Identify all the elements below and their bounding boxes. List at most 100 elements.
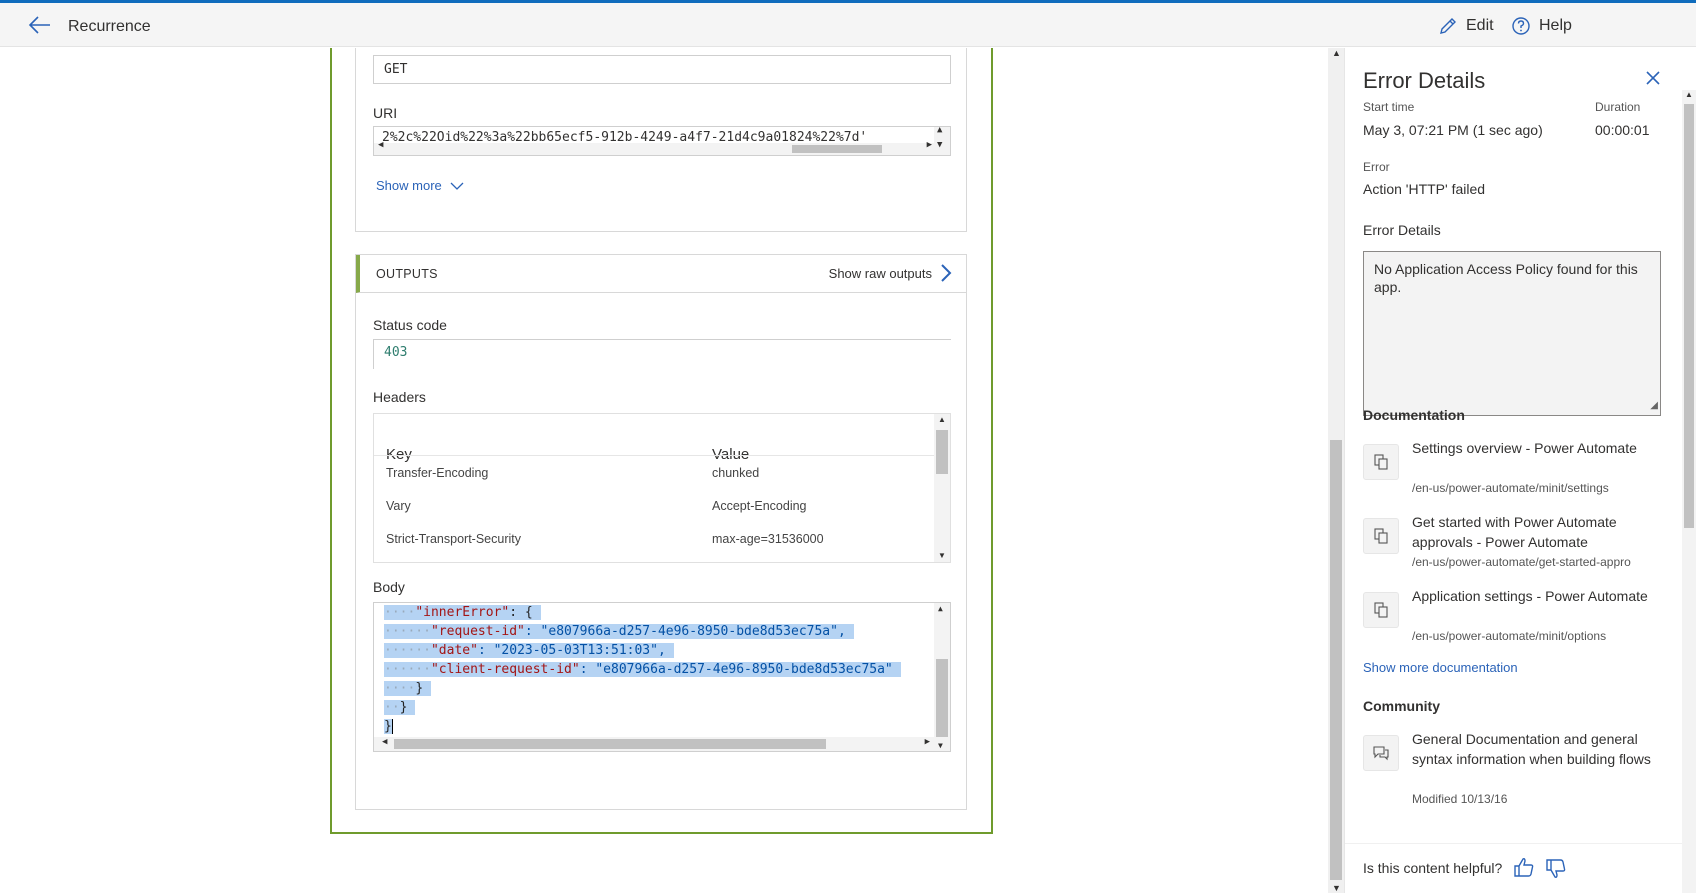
outputs-title: OUTPUTS xyxy=(376,267,438,281)
method-value: GET xyxy=(384,62,408,77)
method-field[interactable]: GET xyxy=(373,55,951,84)
scroll-up-icon[interactable]: ▲ xyxy=(1685,90,1693,99)
scroll-left-icon[interactable]: ◀ xyxy=(378,140,383,150)
back-button[interactable] xyxy=(28,14,52,36)
status-code-field: 403 xyxy=(373,339,951,369)
body-editor[interactable]: ····"innerError": { ······"request-id": … xyxy=(373,602,951,752)
code-line: ····"innerError": { xyxy=(384,603,541,622)
scroll-down-icon[interactable]: ▼ xyxy=(938,741,943,750)
thumbs-up-button[interactable] xyxy=(1513,856,1535,878)
panel-scrollbar[interactable]: ▲ xyxy=(1682,90,1696,893)
headers-scroll-thumb[interactable] xyxy=(936,430,948,474)
body-hscroll-thumb[interactable] xyxy=(394,739,826,749)
resize-grip-icon[interactable]: ◢ xyxy=(1650,397,1658,415)
doc-link-2[interactable]: Get started with Power Automate approval… xyxy=(1363,512,1673,582)
error-value: Action 'HTTP' failed xyxy=(1363,181,1486,197)
close-icon xyxy=(1646,71,1660,85)
show-raw-outputs-label: Show raw outputs xyxy=(828,265,932,281)
scroll-down-icon[interactable]: ▼ xyxy=(1332,883,1341,893)
table-row-value: Accept-Encoding xyxy=(712,499,807,513)
table-row-key: Strict-Transport-Security xyxy=(386,532,521,546)
scroll-up-icon[interactable]: ▲ xyxy=(938,415,946,424)
scroll-left-icon[interactable]: ◀ xyxy=(382,737,387,747)
community-link-1[interactable]: General Documentation and general syntax… xyxy=(1363,729,1673,809)
community-title: General Documentation and general syntax… xyxy=(1412,731,1651,767)
edit-label: Edit xyxy=(1466,17,1494,34)
copy-document-icon xyxy=(1363,518,1399,554)
uri-field[interactable]: 2%2c%22Oid%22%3a%22bb65ecf5-912b-4249-a4… xyxy=(373,126,951,156)
uri-horizontal-scrollbar[interactable]: ◀ ▶ xyxy=(374,140,934,155)
show-more-documentation-link[interactable]: Show more documentation xyxy=(1363,660,1518,675)
thumbs-down-icon xyxy=(1546,859,1566,878)
chevron-down-icon xyxy=(450,182,464,190)
page-title: Recurrence xyxy=(68,18,151,35)
table-row-value: chunked xyxy=(712,466,760,480)
scroll-up-icon[interactable]: ▲ xyxy=(1332,48,1341,58)
copy-document-icon xyxy=(1363,592,1399,628)
canvas-scrollbar[interactable]: ▲ ▼ xyxy=(1328,48,1344,893)
scroll-up-icon[interactable]: ▲ xyxy=(937,127,942,135)
doc-link-1[interactable]: Settings overview - Power Automate /en-u… xyxy=(1363,438,1673,508)
body-horizontal-scrollbar[interactable]: ◀ ▶ xyxy=(374,737,934,751)
show-more-label: Show more xyxy=(376,178,442,193)
panel-title: Error Details xyxy=(1363,68,1486,93)
run-canvas[interactable]: GET URI 2%2c%22Oid%22%3a%22bb65ecf5-912b… xyxy=(0,48,1328,893)
scroll-right-icon[interactable]: ▶ xyxy=(925,737,930,747)
body-label: Body xyxy=(373,579,405,595)
error-details-panel: Error Details Start time Duration May 3,… xyxy=(1344,48,1696,893)
error-details-label: Error Details xyxy=(1363,222,1441,238)
error-label: Error xyxy=(1363,160,1390,174)
community-meta: Modified 10/13/16 xyxy=(1412,792,1508,806)
doc-url: /en-us/power-automate/minit/settings xyxy=(1412,481,1609,495)
app-header: Recurrence Edit Help xyxy=(0,3,1696,47)
body-vertical-scrollbar[interactable]: ▲ ▼ xyxy=(934,603,950,751)
scroll-up-icon[interactable]: ▲ xyxy=(938,604,943,613)
headers-scrollbar[interactable]: ▲ ▼ xyxy=(934,414,950,562)
feedback-bar: Is this content helpful? xyxy=(1345,843,1683,893)
scroll-down-icon[interactable]: ▼ xyxy=(937,140,942,150)
table-row-key: Transfer-Encoding xyxy=(386,466,489,480)
chat-icon xyxy=(1363,735,1399,771)
headers-divider xyxy=(374,455,936,456)
doc-url: /en-us/power-automate/get-started-appro xyxy=(1412,555,1631,569)
uri-label: URI xyxy=(373,105,398,121)
doc-link-3[interactable]: Application settings - Power Automate /e… xyxy=(1363,586,1673,656)
community-heading: Community xyxy=(1363,698,1440,714)
scroll-right-icon[interactable]: ▶ xyxy=(927,140,932,150)
close-button[interactable] xyxy=(1643,68,1663,88)
panel-scroll-thumb[interactable] xyxy=(1684,104,1694,528)
helpful-question: Is this content helpful? xyxy=(1363,860,1503,876)
uri-scroll-thumb[interactable] xyxy=(792,145,882,153)
error-details-text: No Application Access Policy found for t… xyxy=(1374,261,1638,295)
canvas-scroll-thumb[interactable] xyxy=(1330,440,1342,880)
error-details-textbox[interactable]: No Application Access Policy found for t… xyxy=(1363,251,1661,416)
table-row-value: max-age=31536000 xyxy=(712,532,824,546)
chevron-right-icon xyxy=(941,264,952,282)
uri-vertical-scrollbar[interactable]: ▲ ▼ xyxy=(934,127,950,155)
help-button[interactable]: Help xyxy=(1511,16,1572,36)
start-time-value: May 3, 07:21 PM (1 sec ago) xyxy=(1363,122,1543,138)
doc-url: /en-us/power-automate/minit/options xyxy=(1412,629,1607,643)
show-more-link[interactable]: Show more xyxy=(376,178,464,193)
outputs-header: OUTPUTS Show raw outputs xyxy=(356,255,966,293)
help-label: Help xyxy=(1539,17,1572,34)
show-raw-outputs-link[interactable]: Show raw outputs xyxy=(829,264,952,282)
http-action-card: GET URI 2%2c%22Oid%22%3a%22bb65ecf5-912b… xyxy=(330,48,993,834)
thumbs-down-button[interactable] xyxy=(1545,858,1567,880)
table-row-key: Vary xyxy=(386,499,411,513)
code-line: ······"date": "2023-05-03T13:51:03", xyxy=(384,641,674,660)
pencil-icon xyxy=(1440,18,1456,34)
scroll-down-icon[interactable]: ▼ xyxy=(938,551,946,560)
documentation-heading: Documentation xyxy=(1363,407,1465,423)
inputs-section: GET URI 2%2c%22Oid%22%3a%22bb65ecf5-912b… xyxy=(355,48,967,232)
code-line: ····} xyxy=(384,679,431,698)
help-icon xyxy=(1512,17,1530,35)
start-time-label: Start time xyxy=(1363,100,1415,114)
code-line: ··} xyxy=(384,698,416,717)
body-vscroll-thumb[interactable] xyxy=(936,659,948,737)
thumbs-up-icon xyxy=(1514,858,1534,877)
outputs-section: OUTPUTS Show raw outputs Status code 403… xyxy=(355,254,967,810)
headers-label: Headers xyxy=(373,389,426,405)
edit-button[interactable]: Edit xyxy=(1438,16,1494,36)
status-code-value: 403 xyxy=(384,345,408,360)
